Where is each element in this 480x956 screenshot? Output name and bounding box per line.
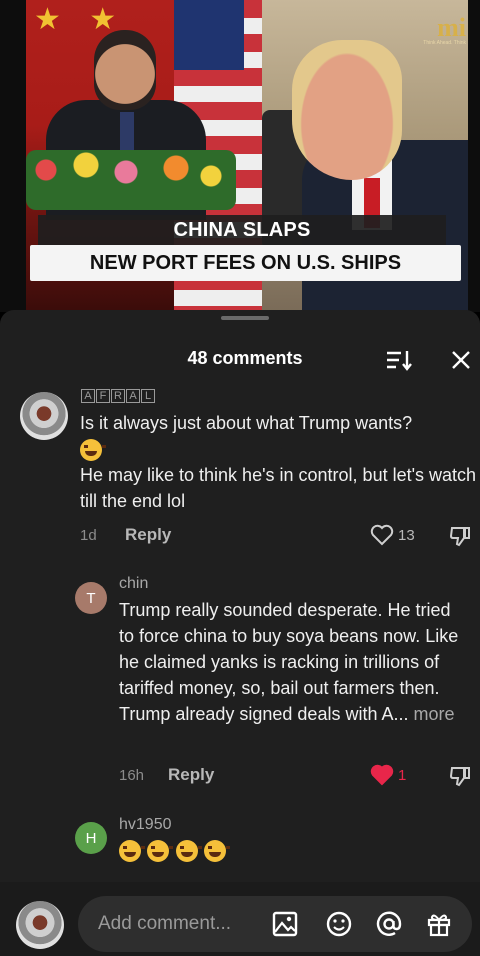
sort-icon [387,351,412,371]
like-count: 1 [398,766,407,784]
video-edge [468,0,480,312]
comment-input-pill[interactable] [78,896,472,952]
mention-button[interactable] [374,909,404,939]
comment-author[interactable]: chin [119,575,148,593]
comment-input[interactable] [98,896,258,952]
emoji-button[interactable] [324,909,354,939]
logo-tagline: Think Ahead. Think [423,40,466,46]
comment-time: 1d [80,527,97,544]
sweat-smile-emoji-icon [80,439,106,462]
comment-time: 16h [119,767,145,784]
comments-sheet: 48 comments A F R A L Is it always just … [0,310,480,956]
video-edge [0,0,26,312]
sort-button[interactable] [383,346,413,374]
gift-button[interactable] [424,909,454,939]
flower-arrangement [26,150,236,210]
speaker-tie [120,112,134,152]
author-letter: L [141,389,155,403]
comment-input-bar [0,882,480,956]
close-icon [452,351,470,369]
thumbs-down-icon [449,527,470,547]
logo-mark: mi [437,13,466,42]
image-icon [272,911,298,937]
comment-text: Trump really sounded desperate. He tried… [119,597,469,727]
rofl-emoji-icon [147,840,174,862]
headline-line-2: NEW PORT FEES ON U.S. SHIPS [30,245,461,281]
comment-text: Is it always just about what Trump wants… [80,410,480,514]
comment-body: Trump really sounded desperate. He tried… [119,600,459,724]
dislike-button[interactable] [448,524,472,548]
like-button[interactable]: 13 [370,524,415,546]
speaker-head [94,30,156,110]
author-letter: R [111,389,125,403]
author-letter: F [96,389,110,403]
image-button[interactable] [270,909,300,939]
avatar[interactable] [20,392,68,440]
video-player[interactable]: ★ ★ mi Think Ahead. Think CHINA SLAPS NE… [0,0,480,312]
avatar[interactable]: H [75,822,107,854]
rofl-emoji-icon [204,840,231,862]
reply-button[interactable]: Reply [168,765,214,785]
like-button[interactable]: 1 [370,764,406,786]
avatar-letter: T [86,589,96,607]
current-user-avatar[interactable] [16,901,64,949]
comment-author[interactable]: A F R A L [81,389,155,403]
mention-icon [376,911,402,936]
speaker-head [292,40,402,180]
avatar-letter: H [85,829,97,847]
heart-outline-icon [370,524,394,546]
emoji-icon [326,911,352,937]
more-link[interactable]: more [414,704,455,724]
comment-emoji-row [119,840,231,862]
rofl-emoji-icon [119,840,145,862]
drag-handle[interactable] [221,316,269,320]
like-count: 13 [398,526,415,544]
avatar[interactable]: T [75,582,107,614]
us-flag-canton [174,0,244,70]
rofl-emoji-icon [175,840,202,862]
comment-text-line: He may like to think he's in control, bu… [80,465,477,511]
author-letter: A [81,389,95,403]
headline-line-1: CHINA SLAPS [38,215,446,245]
comment-emoji-row [80,436,480,462]
author-letter: A [126,389,140,403]
comment-text-line: Is it always just about what Trump wants… [80,413,413,433]
close-button[interactable] [447,346,475,374]
dislike-button[interactable] [448,764,472,788]
heart-filled-icon [370,764,394,786]
comment-author[interactable]: hv1950 [119,816,172,834]
channel-logo: mi Think Ahead. Think [423,13,466,47]
reply-button[interactable]: Reply [125,525,171,545]
thumbs-down-icon [449,767,470,787]
gift-icon [427,914,451,937]
